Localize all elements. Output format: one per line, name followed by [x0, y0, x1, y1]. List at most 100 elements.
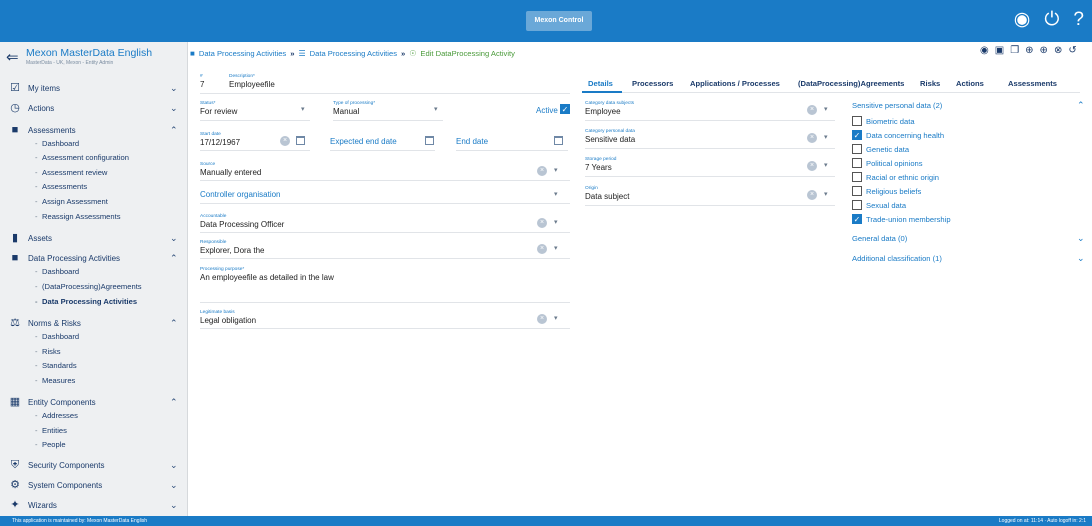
- add-icon[interactable]: ⊕: [1040, 45, 1048, 56]
- user-icon[interactable]: ◉: [1014, 8, 1031, 32]
- sidebar-item-assessments[interactable]: ■ Assessments ⌃: [0, 124, 188, 138]
- accountable-select[interactable]: Accountable Data Processing Officer × ▾: [200, 214, 570, 233]
- sidebar-subitem[interactable]: Risks: [35, 347, 60, 356]
- source-select[interactable]: Source Manually entered × ▾: [200, 162, 570, 181]
- chevron-down-icon[interactable]: ⌄: [170, 480, 178, 491]
- tab-actions[interactable]: Actions: [956, 79, 984, 88]
- category-personal-data-select[interactable]: Category personal data Sensitive data × …: [585, 129, 835, 149]
- category-data-subjects-select[interactable]: Category data subjects Employee × ▾: [585, 101, 835, 121]
- breadcrumb-item[interactable]: Data Processing Activities: [310, 49, 397, 58]
- collapse-sidebar-icon[interactable]: ⇐: [6, 48, 19, 66]
- storage-period-select[interactable]: Storage period 7 Years × ▾: [585, 157, 835, 177]
- save-icon[interactable]: ▣: [995, 45, 1004, 56]
- sidebar-subitem[interactable]: Measures: [35, 376, 75, 385]
- sidebar-item-norms-risks[interactable]: ⚖ Norms & Risks ⌃: [0, 317, 188, 331]
- chevron-down-icon[interactable]: ⌄: [170, 233, 178, 244]
- chevron-down-icon[interactable]: ⌄: [170, 103, 178, 114]
- checkbox[interactable]: ✓: [852, 130, 862, 140]
- tab-risks[interactable]: Risks: [920, 79, 940, 88]
- tab-details[interactable]: Details: [588, 79, 613, 88]
- checkbox[interactable]: [852, 172, 862, 182]
- clear-icon[interactable]: ×: [807, 105, 817, 115]
- sidebar-subitem[interactable]: Assessment review: [35, 168, 107, 177]
- dropdown-icon[interactable]: ▾: [554, 190, 558, 198]
- responsible-select[interactable]: Responsible Explorer, Dora the × ▾: [200, 240, 570, 259]
- sensitive-data-header[interactable]: Sensitive personal data (2): [852, 101, 942, 110]
- sidebar-item-wizards[interactable]: ✦ Wizards ⌄: [0, 499, 188, 513]
- tab-processors[interactable]: Processors: [632, 79, 673, 88]
- clear-icon[interactable]: ×: [537, 166, 547, 176]
- copy-icon[interactable]: ❐: [1010, 45, 1019, 56]
- sidebar-item-data-processing-activities[interactable]: ■ Data Processing Activities ⌃: [0, 252, 188, 266]
- dropdown-icon[interactable]: ▾: [434, 105, 438, 113]
- chevron-down-icon[interactable]: ⌄: [170, 83, 178, 94]
- chevron-up-icon[interactable]: ⌃: [1077, 100, 1085, 111]
- chevron-down-icon[interactable]: ⌄: [1077, 233, 1085, 244]
- sidebar-subitem[interactable]: Reassign Assessments: [35, 212, 120, 221]
- origin-select[interactable]: Origin Data subject × ▾: [585, 186, 835, 206]
- sidebar-subitem[interactable]: (DataProcessing)Agreements: [35, 282, 142, 291]
- checkbox[interactable]: [852, 116, 862, 126]
- dropdown-icon[interactable]: ▾: [824, 133, 828, 141]
- chevron-up-icon[interactable]: ⌃: [170, 318, 178, 329]
- breadcrumb-item[interactable]: Data Processing Activities: [199, 49, 286, 58]
- help-icon[interactable]: ?: [1073, 8, 1084, 32]
- type-select[interactable]: Type of processing* Manual ▾: [333, 101, 443, 121]
- sidebar-item-entity-components[interactable]: ▦ Entity Components ⌃: [0, 396, 188, 410]
- checkbox[interactable]: [852, 144, 862, 154]
- dropdown-icon[interactable]: ▾: [824, 105, 828, 113]
- checkbox[interactable]: ✓: [852, 214, 862, 224]
- dropdown-icon[interactable]: ▾: [554, 166, 558, 174]
- sidebar-item-security-components[interactable]: ⛨ Security Components ⌄: [0, 459, 188, 473]
- tab-agreements[interactable]: (DataProcessing)Agreements: [798, 79, 904, 88]
- description-input[interactable]: Employeefile: [229, 80, 275, 89]
- sidebar-item-system-components[interactable]: ⚙ System Components ⌄: [0, 479, 188, 493]
- clear-icon[interactable]: ×: [807, 190, 817, 200]
- sidebar-subitem[interactable]: Addresses: [35, 411, 78, 420]
- sidebar-item-assets[interactable]: ▮ Assets ⌄: [0, 232, 188, 246]
- clear-icon[interactable]: ×: [807, 133, 817, 143]
- checkbox[interactable]: [852, 200, 862, 210]
- sidebar-subitem[interactable]: Dashboard: [35, 267, 79, 276]
- dropdown-icon[interactable]: ▾: [824, 161, 828, 169]
- additional-classification-header[interactable]: Additional classification (1): [852, 254, 942, 263]
- chevron-down-icon[interactable]: ⌄: [1077, 253, 1085, 264]
- calendar-icon[interactable]: [296, 136, 305, 145]
- calendar-icon[interactable]: [554, 136, 563, 145]
- general-data-header[interactable]: General data (0): [852, 234, 907, 243]
- dropdown-icon[interactable]: ▾: [554, 244, 558, 252]
- check-icon[interactable]: ⊕: [1025, 45, 1033, 56]
- power-icon[interactable]: ⏻: [1044, 8, 1059, 32]
- dropdown-icon[interactable]: ▾: [554, 314, 558, 322]
- sidebar-subitem[interactable]: Assessments: [35, 182, 87, 191]
- legitimate-basis-select[interactable]: Legitimate basis Legal obligation × ▾: [200, 310, 570, 329]
- calendar-icon[interactable]: [425, 136, 434, 145]
- checkbox[interactable]: [852, 158, 862, 168]
- dropdown-icon[interactable]: ▾: [554, 218, 558, 226]
- view-icon[interactable]: ◉: [980, 45, 989, 56]
- dropdown-icon[interactable]: ▾: [824, 190, 828, 198]
- sidebar-subitem[interactable]: Dashboard: [35, 139, 79, 148]
- tab-applications-processes[interactable]: Applications / Processes: [690, 79, 780, 88]
- chevron-up-icon[interactable]: ⌃: [170, 397, 178, 408]
- clear-icon[interactable]: ×: [807, 161, 817, 171]
- sidebar-subitem[interactable]: Standards: [35, 361, 77, 370]
- clear-icon[interactable]: ×: [537, 314, 547, 324]
- start-date-field[interactable]: Start date 17/12/1967 ×: [200, 132, 310, 151]
- clear-icon[interactable]: ×: [537, 244, 547, 254]
- processing-purpose-textarea[interactable]: Processing purpose* An employeefile as d…: [200, 267, 570, 303]
- sidebar-subitem[interactable]: Dashboard: [35, 332, 79, 341]
- tab-assessments[interactable]: Assessments: [1008, 79, 1057, 88]
- dropdown-icon[interactable]: ▾: [301, 105, 305, 113]
- clear-icon[interactable]: ×: [537, 218, 547, 228]
- clear-icon[interactable]: ×: [280, 136, 290, 146]
- status-select[interactable]: Status* For review ▾: [200, 101, 310, 121]
- chevron-up-icon[interactable]: ⌃: [170, 125, 178, 136]
- chevron-up-icon[interactable]: ⌃: [170, 253, 178, 264]
- checkbox[interactable]: [852, 186, 862, 196]
- close-icon[interactable]: ⊗: [1054, 45, 1062, 56]
- sidebar-item-my-items[interactable]: ☑ My items ⌄: [0, 82, 188, 96]
- sidebar-subitem-active[interactable]: Data Processing Activities: [35, 297, 137, 306]
- controller-organisation-select[interactable]: Controller organisation ▾: [200, 186, 570, 204]
- sidebar-subitem[interactable]: Entities: [35, 426, 67, 435]
